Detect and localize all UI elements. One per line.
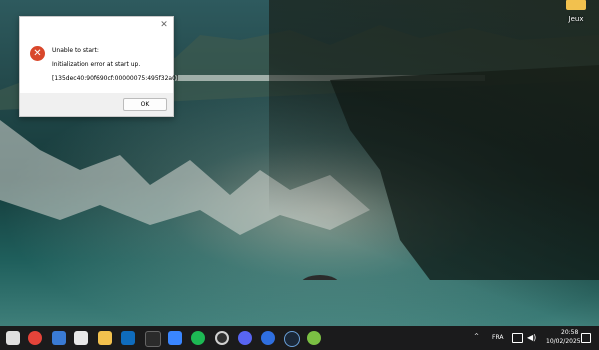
dialog-error-code: [135dec40:90f690cf:00000075:495f32a0] — [52, 75, 179, 82]
close-icon[interactable]: ✕ — [159, 20, 169, 30]
file-explorer-icon[interactable] — [98, 331, 112, 345]
task-view-icon[interactable] — [6, 331, 20, 345]
folder-icon — [566, 0, 586, 10]
todo-icon[interactable] — [168, 331, 182, 345]
dialog-message: Initialization error at start up. — [52, 61, 141, 68]
tray-chevron-icon[interactable]: ^ — [474, 333, 479, 340]
network-icon[interactable] — [512, 333, 523, 343]
taskbar: ^ FRA ◀) 20:58 10/02/2025 — [0, 326, 599, 350]
dialog-title-line: Unable to start: — [52, 47, 99, 54]
discord-icon[interactable] — [238, 331, 252, 345]
spotify-icon[interactable] — [191, 331, 205, 345]
terminal-icon[interactable] — [145, 331, 161, 347]
volume-icon[interactable]: ◀) — [527, 333, 536, 342]
chrome-icon[interactable] — [28, 331, 42, 345]
desktop-icon-jeux[interactable]: Jeux — [557, 0, 595, 30]
error-dialog: ✕ ✕ Unable to start: Initialization erro… — [19, 16, 178, 117]
steam-icon[interactable] — [284, 331, 300, 347]
edge-canary-icon[interactable] — [261, 331, 275, 345]
clock-date[interactable]: 10/02/2025 — [546, 338, 581, 345]
language-indicator[interactable]: FRA — [492, 334, 503, 341]
obs-icon[interactable] — [215, 331, 229, 345]
wallpaper-forest — [269, 0, 599, 326]
notifications-icon[interactable] — [581, 333, 591, 343]
outlook-icon[interactable] — [121, 331, 135, 345]
desktop-icon-label: Jeux — [568, 15, 584, 23]
calculator-icon[interactable] — [52, 331, 66, 345]
photos-icon[interactable] — [74, 331, 88, 345]
error-icon: ✕ — [30, 46, 45, 61]
dialog-body: ✕ ✕ Unable to start: Initialization erro… — [20, 17, 178, 93]
clock-time[interactable]: 20:58 — [561, 329, 578, 336]
green-app-icon[interactable] — [307, 331, 321, 345]
ok-button[interactable]: OK — [123, 98, 167, 111]
